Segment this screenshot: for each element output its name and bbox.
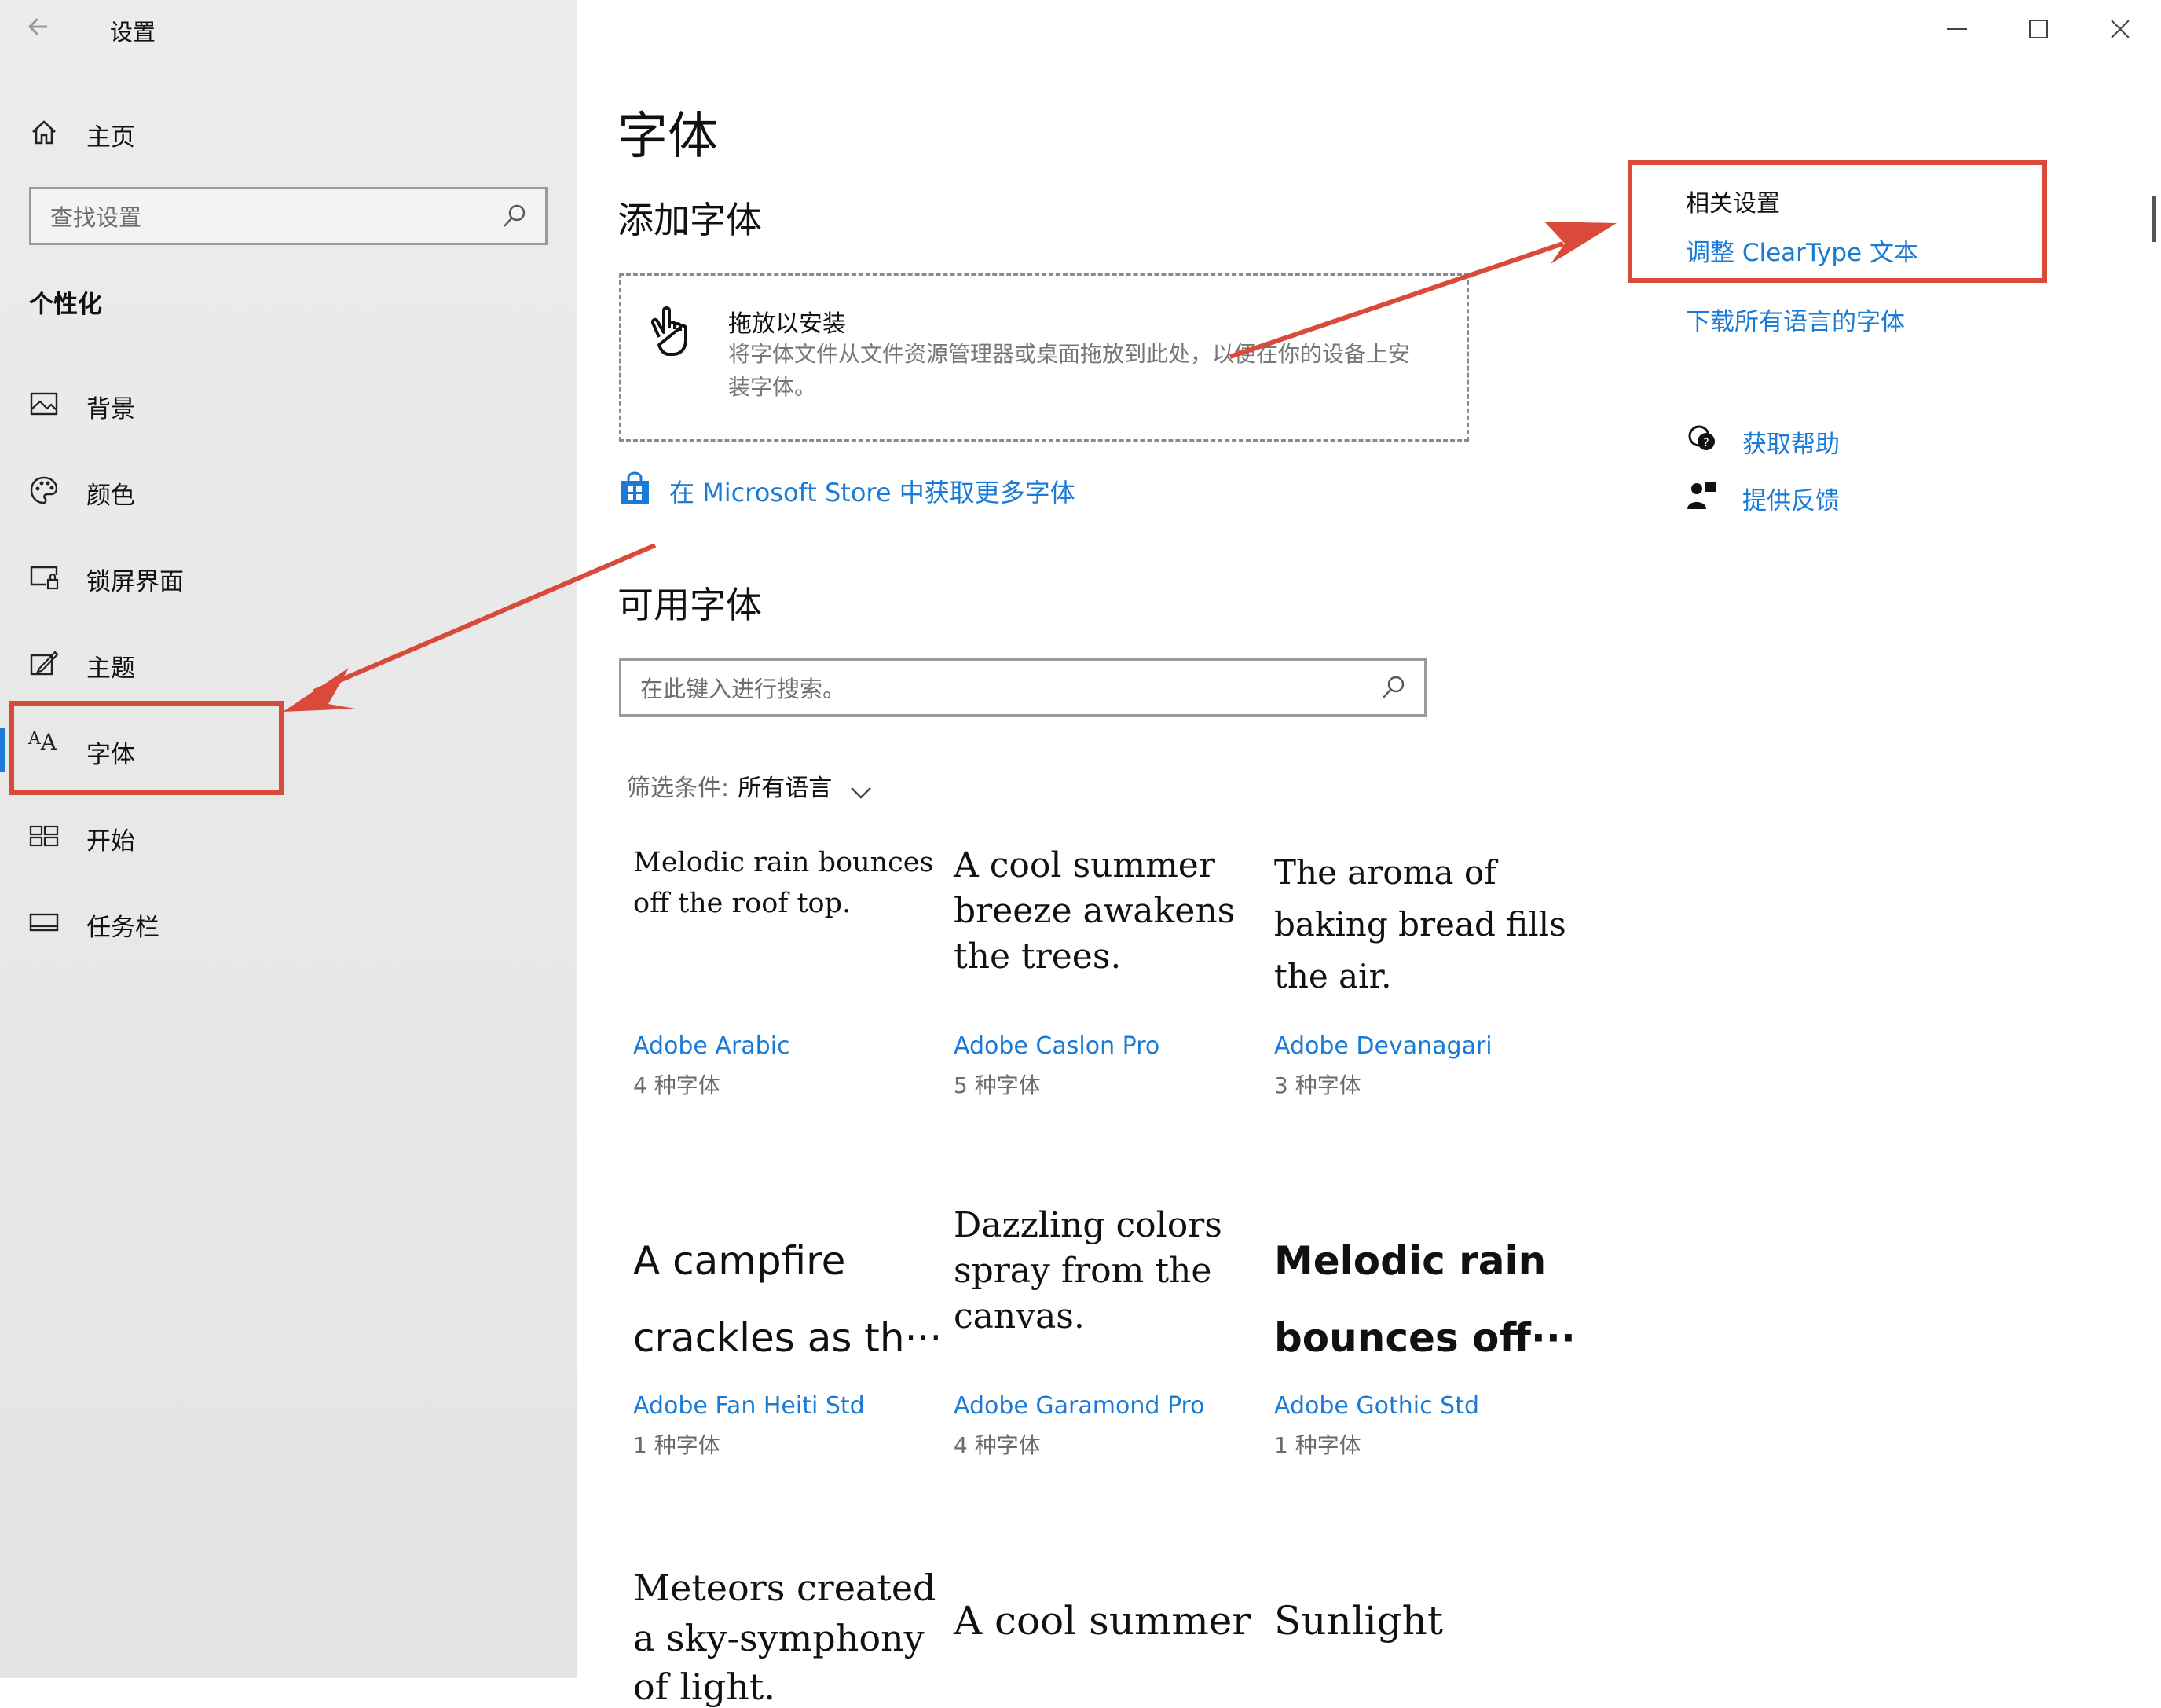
annotation-arrow-to-related <box>1229 241 1564 359</box>
annotation-arrowhead-related <box>1544 222 1617 264</box>
annotation-arrows <box>283 222 1617 712</box>
annotation-arrowhead-fonts <box>283 668 355 712</box>
annotation-arrow-to-fonts <box>313 543 657 694</box>
